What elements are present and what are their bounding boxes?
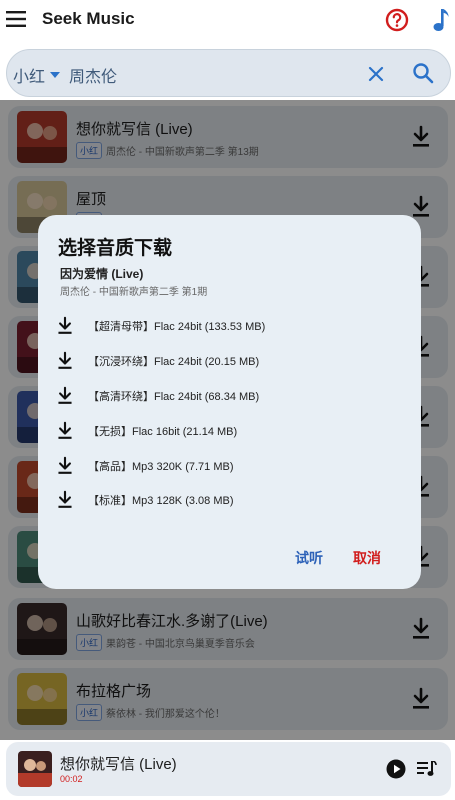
dialog-song-meta: 周杰伦 - 中国新歌声第二季 第1期	[60, 287, 208, 298]
quality-dialog: 选择音质下载 因为爱情 (Live) 周杰伦 - 中国新歌声第二季 第1期 【超…	[38, 215, 421, 589]
download-icon[interactable]	[56, 386, 74, 406]
app-title: Seek Music	[42, 9, 135, 28]
quality-option[interactable]: 【高清环绕】Flac 24bit (68.34 MB)	[56, 382, 396, 410]
clear-icon[interactable]	[368, 66, 384, 82]
dialog-song-title: 因为爱情 (Live)	[60, 267, 144, 281]
player-time: 00:02	[60, 774, 83, 784]
search-input[interactable]: 周杰伦	[69, 63, 117, 87]
download-icon[interactable]	[56, 351, 74, 371]
download-icon[interactable]	[56, 490, 74, 510]
app-bar: Seek Music	[0, 0, 455, 40]
mini-player[interactable]: 想你就写信 (Live) 00:02	[6, 742, 451, 796]
queue-icon[interactable]	[417, 761, 437, 777]
quality-option[interactable]: 【超清母带】Flac 24bit (133.53 MB)	[56, 312, 396, 340]
search-icon[interactable]	[412, 62, 434, 84]
player-song-title: 想你就写信 (Live)	[60, 756, 177, 773]
quality-option-label: 【标准】Mp3 128K (3.08 MB)	[88, 495, 234, 507]
quality-option-label: 【高清环绕】Flac 24bit (68.34 MB)	[88, 391, 260, 403]
chevron-down-icon	[50, 72, 61, 78]
music-note-icon[interactable]	[430, 7, 450, 33]
quality-option-label: 【沉浸环绕】Flac 24bit (20.15 MB)	[88, 356, 260, 368]
dialog-title: 选择音质下载	[58, 238, 173, 259]
download-icon[interactable]	[56, 316, 74, 336]
quality-option-label: 【高品】Mp3 320K (7.71 MB)	[88, 461, 234, 473]
quality-option[interactable]: 【标准】Mp3 128K (3.08 MB)	[56, 486, 396, 514]
quality-option-label: 【超清母带】Flac 24bit (133.53 MB)	[88, 321, 266, 333]
search-bar: 小红 周杰伦	[6, 49, 451, 97]
quality-option[interactable]: 【无损】Flac 16bit (21.14 MB)	[56, 417, 396, 445]
quality-option[interactable]: 【高品】Mp3 320K (7.71 MB)	[56, 452, 396, 480]
menu-icon[interactable]	[6, 10, 28, 28]
source-select[interactable]: 小红	[13, 63, 61, 87]
help-icon[interactable]	[385, 8, 409, 32]
quality-option[interactable]: 【沉浸环绕】Flac 24bit (20.15 MB)	[56, 347, 396, 375]
source-label: 小红	[13, 69, 46, 86]
preview-button[interactable]: 试听	[295, 548, 323, 568]
download-icon[interactable]	[56, 421, 74, 441]
download-icon[interactable]	[56, 456, 74, 476]
quality-option-label: 【无损】Flac 16bit (21.14 MB)	[88, 426, 238, 438]
cancel-button[interactable]: 取消	[353, 548, 381, 568]
player-cover-art	[18, 751, 52, 787]
play-icon[interactable]	[386, 759, 406, 779]
